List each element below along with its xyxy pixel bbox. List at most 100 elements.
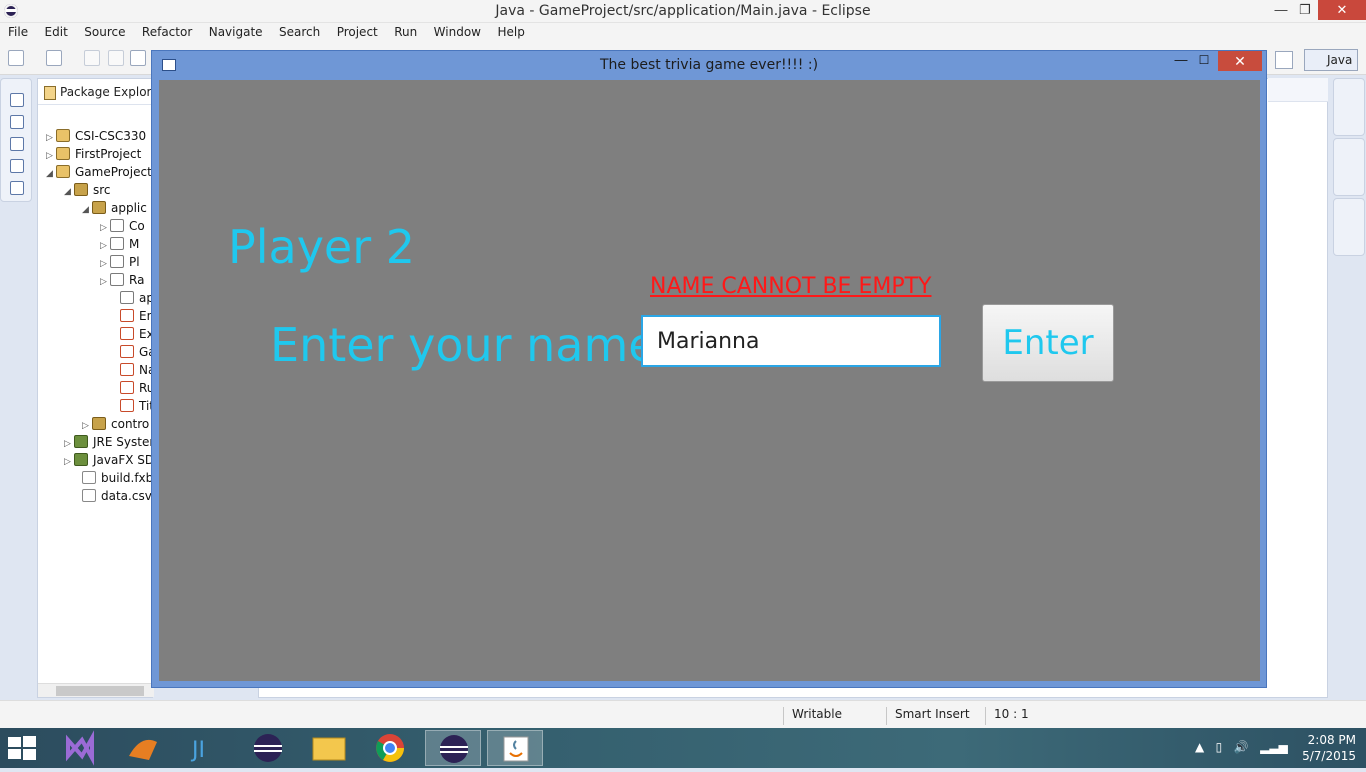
status-bar: Writable Smart Insert 10 : 1: [0, 700, 1366, 728]
menu-file[interactable]: File: [4, 23, 32, 39]
horizontal-scrollbar[interactable]: [38, 683, 154, 697]
console-icon[interactable]: [10, 181, 24, 195]
csv-file-icon: [82, 489, 96, 502]
start-button[interactable]: [8, 736, 38, 760]
twisty-icon[interactable]: ◢: [46, 169, 56, 179]
open-perspective-icon[interactable]: [1275, 51, 1293, 69]
package-explorer-tab[interactable]: Package Explorer: [38, 79, 154, 105]
tree-item[interactable]: Na: [110, 363, 155, 381]
new-package-icon[interactable]: [46, 50, 62, 66]
right-trim-stack-help: [1333, 198, 1365, 256]
intellij-icon[interactable]: JI: [178, 730, 234, 766]
tree-item[interactable]: ▷ FirstProject: [46, 147, 141, 165]
game-stage: Player 2 NAME CANNOT BE EMPTY Enter your…: [159, 80, 1260, 681]
tree-item-label: GameProject: [75, 165, 152, 179]
fxml-file-icon: [120, 363, 134, 376]
menu-refactor[interactable]: Refactor: [138, 23, 196, 39]
twisty-icon[interactable]: ▷: [100, 277, 110, 287]
vertical-scrollbar[interactable]: [1298, 104, 1312, 680]
clock-date: 5/7/2015: [1302, 749, 1356, 763]
scrollbar-thumb[interactable]: [56, 686, 144, 696]
twisty-icon[interactable]: ▷: [100, 223, 110, 233]
print-icon[interactable]: [130, 50, 146, 66]
twisty-icon[interactable]: ▷: [46, 151, 56, 161]
tree-item[interactable]: ▷ M: [100, 237, 139, 255]
clock-time: 2:08 PM: [1307, 733, 1356, 747]
tree-item[interactable]: ▷ JavaFX SD: [64, 453, 154, 471]
package-explorer: Package Explorer ▷ CSI-CSC330 ▷ FirstProjec…: [37, 78, 161, 698]
left-trim-stack: [0, 78, 32, 202]
eclipse-icon[interactable]: [240, 730, 296, 766]
twisty-icon[interactable]: ▷: [64, 457, 74, 467]
matlab-icon[interactable]: [115, 730, 171, 766]
game-maximize-button[interactable]: ☐: [1192, 51, 1216, 71]
tree-item[interactable]: ap: [110, 291, 154, 309]
name-input[interactable]: [641, 315, 941, 367]
status-writable: Writable: [783, 707, 842, 725]
tree-item[interactable]: ▷ Pl: [100, 255, 140, 273]
enter-button[interactable]: Enter: [982, 304, 1114, 382]
eclipse-titlebar: Java - GameProject/src/application/Main.…: [0, 0, 1366, 23]
close-button[interactable]: ✕: [1318, 0, 1366, 20]
twisty-icon[interactable]: ▷: [82, 421, 92, 431]
system-tray-icons[interactable]: ▲ ▯ 🔊 ▂▃▅: [1195, 740, 1288, 754]
menu-help[interactable]: Help: [493, 23, 528, 39]
twisty-icon[interactable]: ▷: [100, 259, 110, 269]
tree-item[interactable]: ▷ Co: [100, 219, 145, 237]
tree-item[interactable]: ◢ applic: [82, 201, 147, 219]
game-close-button[interactable]: ✕: [1218, 51, 1262, 71]
twisty-icon[interactable]: ▷: [46, 133, 56, 143]
twisty-icon[interactable]: ◢: [82, 205, 92, 215]
menu-navigate[interactable]: Navigate: [205, 23, 267, 39]
java-icon[interactable]: [487, 730, 543, 766]
trivia-game-window: The best trivia game ever!!!! :) — ☐ ✕ P…: [151, 50, 1267, 688]
tree-item-label: data.csv: [101, 489, 152, 503]
game-minimize-button[interactable]: —: [1168, 51, 1194, 71]
source-folder-icon: [74, 183, 88, 196]
problems-icon[interactable]: [10, 115, 24, 129]
eclipse-icon[interactable]: [425, 730, 481, 766]
tree-item[interactable]: Ga: [110, 345, 156, 363]
clock[interactable]: 2:08 PM 5/7/2015: [1302, 732, 1356, 764]
windows-taskbar: JI ▲ ▯ 🔊 ▂▃▅ 2:08 PM 5/7/2015: [0, 728, 1366, 768]
menu-edit[interactable]: Edit: [41, 23, 72, 39]
menu-bar: File Edit Source Refactor Navigate Searc…: [0, 23, 1366, 43]
menu-project[interactable]: Project: [333, 23, 382, 39]
tree-item-label: FirstProject: [75, 147, 142, 161]
twisty-icon[interactable]: ◢: [64, 187, 74, 197]
menu-search[interactable]: Search: [275, 23, 324, 39]
save-all-icon[interactable]: [108, 50, 124, 66]
new-icon[interactable]: [8, 50, 24, 66]
tree-item[interactable]: Ex: [110, 327, 154, 345]
java-perspective-button[interactable]: Java: [1304, 49, 1358, 71]
tree-item[interactable]: ▷ CSI-CSC330: [46, 129, 146, 147]
javadoc-icon[interactable]: [10, 137, 24, 151]
twisty-icon[interactable]: ▷: [100, 241, 110, 251]
tree-item[interactable]: ▷ JRE Systen: [64, 435, 157, 453]
menu-run[interactable]: Run: [390, 23, 421, 39]
minimize-button[interactable]: —: [1268, 0, 1294, 20]
tree-item[interactable]: ▷ Ra: [100, 273, 144, 291]
restore-icon[interactable]: [10, 93, 24, 107]
tree-item[interactable]: build.fxbu: [72, 471, 161, 489]
tree-item-label: Ra: [129, 273, 145, 287]
twisty-icon[interactable]: ▷: [64, 439, 74, 449]
maximize-button[interactable]: ❐: [1294, 0, 1316, 20]
tree-item[interactable]: data.csv: [72, 489, 152, 507]
file-explorer-icon[interactable]: [301, 730, 357, 766]
tree-item[interactable]: ◢ GameProject: [46, 165, 152, 183]
save-icon[interactable]: [84, 50, 100, 66]
menu-source[interactable]: Source: [80, 23, 129, 39]
tree-item[interactable]: Tit: [110, 399, 154, 417]
tree-item[interactable]: ◢ src: [64, 183, 111, 201]
chrome-icon[interactable]: [362, 730, 418, 766]
menu-window[interactable]: Window: [430, 23, 485, 39]
package-icon: [92, 417, 106, 430]
fxml-file-icon: [120, 309, 134, 322]
tree-item[interactable]: Ru: [110, 381, 154, 399]
declaration-icon[interactable]: [10, 159, 24, 173]
outline-header: [1268, 78, 1328, 102]
tree-item[interactable]: ▷ contro: [82, 417, 149, 435]
visual-studio-icon[interactable]: [52, 730, 108, 766]
tree-item[interactable]: En: [110, 309, 154, 327]
